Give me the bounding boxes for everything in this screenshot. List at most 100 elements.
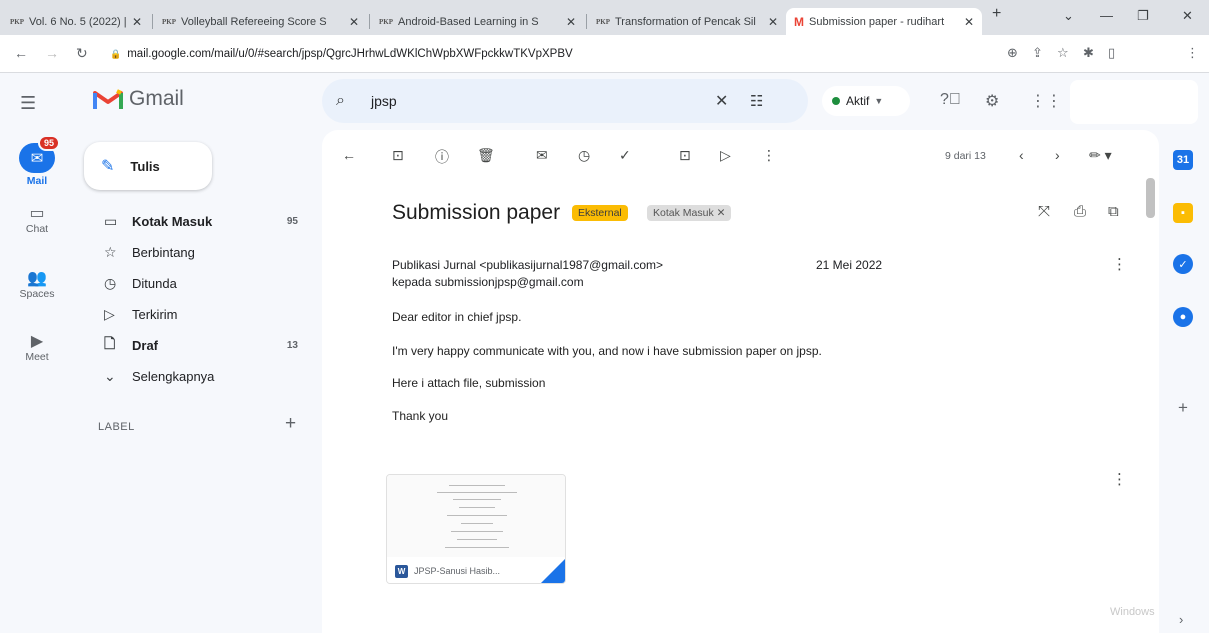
close-tab-icon[interactable]: ✕ (566, 15, 576, 29)
search-input[interactable]: jpsp (371, 93, 397, 109)
browser-tab-active[interactable]: M Submission paper - rudihart ✕ (786, 8, 982, 35)
side-panel-icon[interactable]: ▯ (1108, 45, 1115, 61)
email-view: ← ⊡ ⓘ 🗑 ✉ ◷ ✓ ⊡ ▷ ⋮ 9 dari 13 ‹ › ✏ ▾ Su… (322, 130, 1159, 633)
email-scrollbar[interactable] (1146, 178, 1155, 218)
tab-search-icon[interactable]: ⌄ (1063, 8, 1074, 24)
next-email-icon[interactable]: › (1055, 147, 1060, 163)
sidebar-item-sent[interactable]: ▷ Terkirim (84, 298, 320, 330)
sidebar-item-inbox[interactable]: ▭ Kotak Masuk 95 (84, 205, 320, 237)
compose-button[interactable]: ✎ Tulis (84, 142, 212, 190)
label-icon[interactable]: ▷ (720, 147, 731, 164)
sidebar-item-snoozed[interactable]: ◷ Ditunda (84, 267, 320, 299)
sender[interactable]: Publikasi Jurnal <publikasijurnal1987@gm… (392, 258, 663, 272)
main-menu-icon[interactable]: ☰ (20, 93, 36, 114)
contacts-icon[interactable]: ● (1173, 307, 1193, 327)
rail-item-mail[interactable]: ✉ 95 Mail (0, 135, 74, 195)
previous-email-icon[interactable]: ‹ (1019, 147, 1024, 163)
windows-watermark: Windows (1110, 606, 1155, 618)
get-addons-icon[interactable]: + (1173, 398, 1193, 418)
close-tab-icon[interactable]: ✕ (768, 15, 778, 29)
status-dropdown[interactable]: Aktif ▼ (822, 86, 910, 116)
email-body-line: I'm very happy communicate with you, and… (392, 344, 822, 358)
account-area[interactable] (1070, 80, 1198, 124)
apps-grid-icon[interactable]: ⋮⋮ (1030, 91, 1062, 111)
open-new-window-icon[interactable]: ⧉ (1108, 203, 1119, 220)
share-icon[interactable]: ⇪ (1032, 45, 1043, 61)
tasks-icon[interactable]: ✓ (1173, 254, 1193, 274)
clear-search-icon[interactable]: ✕ (715, 91, 728, 111)
move-to-icon[interactable]: ⊡ (679, 147, 691, 164)
rail-item-spaces[interactable]: 👥 Spaces (0, 268, 74, 300)
draft-count: 13 (286, 339, 298, 351)
message-more-icon[interactable]: ⋮ (1112, 255, 1127, 273)
star-icon: ☆ (104, 243, 117, 260)
search-icon[interactable]: ⌕ (336, 92, 345, 110)
show-side-panel-icon[interactable]: › (1179, 612, 1183, 627)
rail-label: Mail (26, 175, 48, 187)
add-task-icon[interactable]: ✓ (619, 147, 631, 164)
labels-header: LABEL (98, 421, 135, 433)
delete-icon[interactable]: 🗑 (477, 147, 495, 164)
pagination-text: 9 dari 13 (945, 150, 986, 162)
unread-count: 95 (286, 215, 298, 227)
attachment-card[interactable]: W JPSP-Sanusi Hasib... (386, 474, 566, 584)
input-tools-icon[interactable]: ✏ ▾ (1089, 147, 1112, 164)
pkp-favicon-icon: PKP (596, 17, 610, 26)
mail-unread-badge: 95 (38, 135, 61, 151)
recipient[interactable]: kepada submissionjpsp@gmail.com (392, 275, 584, 289)
keep-icon[interactable]: ▪ (1173, 203, 1193, 223)
browser-tab[interactable]: PKP Volleyball Refereeing Score S ✕ (154, 8, 367, 35)
print-icon[interactable]: ⎙ (1074, 203, 1086, 220)
tab-title: Submission paper - rudihart (809, 15, 945, 28)
reload-icon[interactable]: ↻ (76, 45, 88, 62)
calendar-icon[interactable]: 31 (1173, 150, 1193, 170)
sidebar-item-drafts[interactable]: 🗋 Draf 13 (84, 329, 320, 361)
url-field[interactable]: 🔒 mail.google.com/mail/u/0/#search/jpsp/… (110, 41, 1030, 67)
mark-unread-icon[interactable]: ✉ (536, 147, 548, 164)
gmail-m-icon (93, 89, 123, 109)
browser-tab[interactable]: PKP Vol. 6 No. 5 (2022) | Journal ✕ (2, 8, 150, 35)
help-icon[interactable]: ?⃝ (940, 91, 961, 109)
sidebar-item-more[interactable]: ⌄ Selengkapnya (84, 360, 320, 392)
back-icon[interactable]: ← (14, 45, 28, 61)
browser-tab[interactable]: PKP Android-Based Learning in S ✕ (371, 8, 584, 35)
close-tab-icon[interactable]: ✕ (964, 15, 974, 29)
close-tab-icon[interactable]: ✕ (132, 15, 142, 29)
minimize-icon[interactable]: — (1100, 8, 1113, 23)
gmail-logo[interactable]: Gmail (93, 87, 184, 111)
expand-all-icon[interactable]: ⤧ (1038, 203, 1050, 220)
search-bar[interactable]: ⌕ jpsp ✕ ☷ (322, 79, 808, 123)
right-side-panel: 31 ▪ ✓ ● + (1160, 130, 1209, 633)
back-to-list-icon[interactable]: ← (342, 147, 356, 163)
bookmark-star-icon[interactable]: ☆ (1057, 45, 1069, 61)
email-subject: Submission paper (392, 201, 561, 224)
browser-tab[interactable]: PKP Transformation of Pencak Sil ✕ (588, 8, 786, 35)
gmail-logo-text: Gmail (129, 87, 184, 110)
more-actions-icon[interactable]: ⋮ (762, 147, 776, 164)
extensions-icon[interactable]: ✱ (1083, 45, 1094, 61)
archive-icon[interactable]: ⊡ (392, 147, 404, 164)
forward-icon[interactable]: → (45, 45, 59, 61)
zoom-icon[interactable]: ⊕ (1007, 45, 1018, 61)
attachment-more-icon[interactable]: ⋮ (1112, 470, 1127, 488)
add-label-icon[interactable]: + (285, 413, 296, 435)
browser-menu-icon[interactable]: ⋮ (1186, 45, 1199, 61)
inbox-icon: ▭ (104, 212, 118, 229)
search-options-icon[interactable]: ☷ (750, 92, 763, 110)
restore-icon[interactable]: ❐ (1137, 8, 1149, 24)
chip-label: Kotak Masuk (653, 207, 714, 219)
settings-gear-icon[interactable]: ⚙ (985, 91, 999, 111)
inbox-label-chip[interactable]: Kotak Masuk ✕ (647, 205, 732, 221)
tab-separator (152, 14, 153, 29)
rail-label: Chat (25, 223, 49, 235)
close-window-icon[interactable]: ✕ (1182, 8, 1193, 24)
chat-icon: ▭ (29, 205, 45, 222)
rail-item-meet[interactable]: ▶ Meet (0, 331, 74, 363)
close-tab-icon[interactable]: ✕ (349, 15, 359, 29)
sidebar-item-starred[interactable]: ☆ Berbintang (84, 236, 320, 268)
rail-item-chat[interactable]: ▭ Chat (0, 203, 74, 235)
snooze-icon[interactable]: ◷ (578, 147, 590, 164)
report-spam-icon[interactable]: ⓘ (435, 147, 449, 167)
new-tab-button[interactable]: + (992, 5, 1001, 23)
gmail-left-panel: ☰ Gmail ✉ 95 Mail ▭ Chat 👥 Spaces ▶ Meet… (0, 73, 320, 633)
